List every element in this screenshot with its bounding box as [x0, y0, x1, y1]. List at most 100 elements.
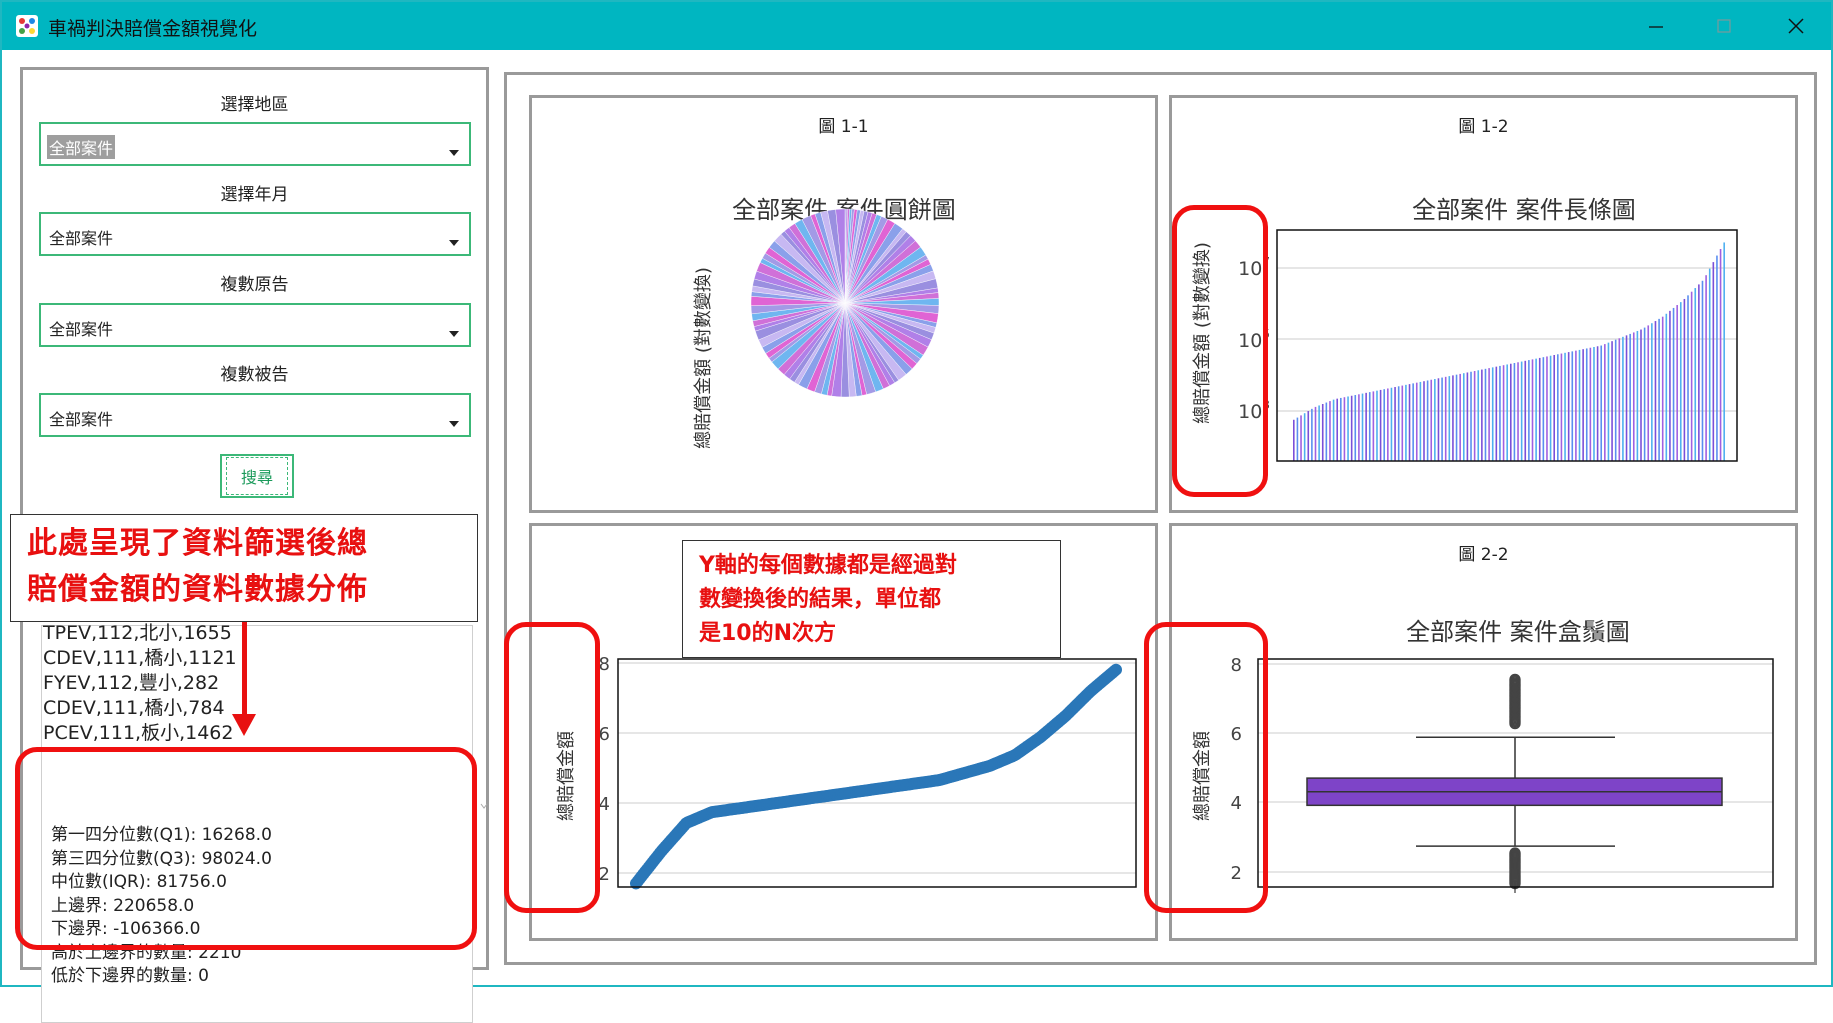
minimize-button[interactable] [1624, 2, 1688, 50]
bar [1625, 335, 1628, 461]
bar [1354, 395, 1357, 461]
bar [1658, 318, 1660, 461]
yearmonth-select[interactable]: 全部案件 [39, 212, 471, 256]
bar [1589, 347, 1592, 461]
defendant-label: 複數被告 [220, 365, 289, 385]
y-axis-label: 總賠償金額 (對數變換) [693, 267, 714, 449]
plaintiff-select[interactable]: 全部案件 [39, 303, 471, 347]
bar [1611, 341, 1613, 461]
bar [1401, 385, 1404, 461]
chevron-down-icon [449, 421, 459, 427]
list-item[interactable]: PCEV,111,板小,1462 [43, 721, 237, 746]
results-list: TPEV,112,北小,1655 CDEV,111,橋小,1121 FYEV,1… [43, 621, 237, 746]
bar [1303, 413, 1306, 461]
stat-below-count: 低於下邊界的數量: 0 [51, 966, 209, 986]
bar [1481, 369, 1483, 461]
bar [1600, 345, 1603, 461]
region-select-value: 全部案件 [47, 135, 116, 159]
bar [1394, 387, 1396, 461]
bar [1466, 372, 1469, 461]
bar [1412, 383, 1414, 461]
bar [1567, 352, 1570, 461]
chart-title: 全部案件 案件長條圖 [1412, 196, 1636, 224]
app-icon [16, 15, 38, 37]
bar [1473, 371, 1476, 461]
bar [1560, 353, 1563, 461]
bar [1582, 349, 1584, 461]
bar [1423, 381, 1425, 461]
highlight-frame-axis [504, 622, 600, 913]
annotation-y-axis: Y軸的每個數據都是經過對 數變換後的結果，單位都 是10的N次方 [682, 540, 1061, 658]
defendant-select[interactable]: 全部案件 [39, 393, 471, 437]
bar [1542, 357, 1545, 461]
bar [1661, 316, 1664, 461]
bar [1629, 333, 1631, 461]
bar [1491, 367, 1494, 461]
yearmonth-label: 選擇年月 [220, 185, 289, 205]
list-scrollbar[interactable] [479, 680, 489, 810]
bar [1679, 302, 1682, 461]
bar [1296, 417, 1299, 461]
search-button-label: 搜尋 [225, 457, 288, 495]
pie-chart: 全部案件 案件圓餅圖 總賠償金額 (對數變換) [693, 196, 956, 449]
search-button[interactable]: 搜尋 [220, 454, 294, 498]
bar [1470, 371, 1472, 461]
bar [1585, 348, 1588, 461]
close-button[interactable] [1764, 2, 1828, 50]
box-series [1306, 673, 1723, 890]
bar [1643, 327, 1646, 461]
list-item[interactable]: CDEV,111,橋小,784 [43, 696, 237, 721]
bar [1459, 373, 1461, 461]
bar [1524, 360, 1527, 461]
plot-frame [617, 658, 1137, 888]
list-item[interactable]: FYEV,112,豐小,282 [43, 671, 237, 696]
yearmonth-select-value: 全部案件 [49, 229, 114, 248]
bar [1654, 321, 1657, 461]
bar [1571, 351, 1574, 461]
scatter-point [1110, 663, 1122, 676]
bar [1596, 346, 1599, 461]
bar [1387, 388, 1389, 461]
bar [1604, 344, 1606, 461]
bar [1495, 366, 1498, 461]
annotation-line: 是10的N次方 [699, 621, 837, 646]
bar [1332, 399, 1335, 461]
maximize-button[interactable] [1692, 2, 1756, 50]
bar [1669, 310, 1671, 461]
bar [1452, 375, 1454, 461]
list-item[interactable]: CDEV,111,橋小,1121 [43, 646, 237, 671]
bar [1712, 262, 1715, 461]
window-title: 車禍判決賠償金額視覺化 [48, 18, 258, 40]
bar [1723, 242, 1725, 461]
chevron-down-icon [449, 240, 459, 246]
bar [1415, 382, 1418, 461]
title-bar: 車禍判決賠償金額視覺化 [2, 2, 1831, 50]
bar [1557, 354, 1559, 461]
bar [1441, 377, 1443, 461]
bar [1484, 368, 1487, 461]
region-select[interactable]: 全部案件 [39, 122, 471, 166]
bar [1683, 298, 1686, 461]
bar [1361, 393, 1364, 461]
bar [1488, 368, 1490, 461]
pie-slices [750, 208, 940, 398]
bar [1640, 329, 1642, 461]
annotation-line: 賠償金額的資料數據分佈 [27, 572, 368, 607]
bar [1694, 288, 1697, 461]
list-item[interactable]: TPEV,112,北小,1655 [43, 621, 237, 646]
bar [1607, 342, 1610, 461]
bar [1293, 419, 1295, 461]
bar [1553, 355, 1555, 461]
bar [1499, 365, 1501, 461]
highlight-frame-axis [1172, 205, 1268, 497]
bar-series [1293, 242, 1725, 461]
plaintiff-select-value: 全部案件 [49, 320, 114, 339]
bar [1705, 275, 1707, 461]
bar [1632, 332, 1635, 461]
bar [1538, 357, 1541, 461]
bar [1321, 403, 1324, 461]
bar [1618, 338, 1621, 461]
bar [1520, 361, 1523, 461]
bar [1636, 330, 1639, 461]
bar [1455, 374, 1458, 461]
